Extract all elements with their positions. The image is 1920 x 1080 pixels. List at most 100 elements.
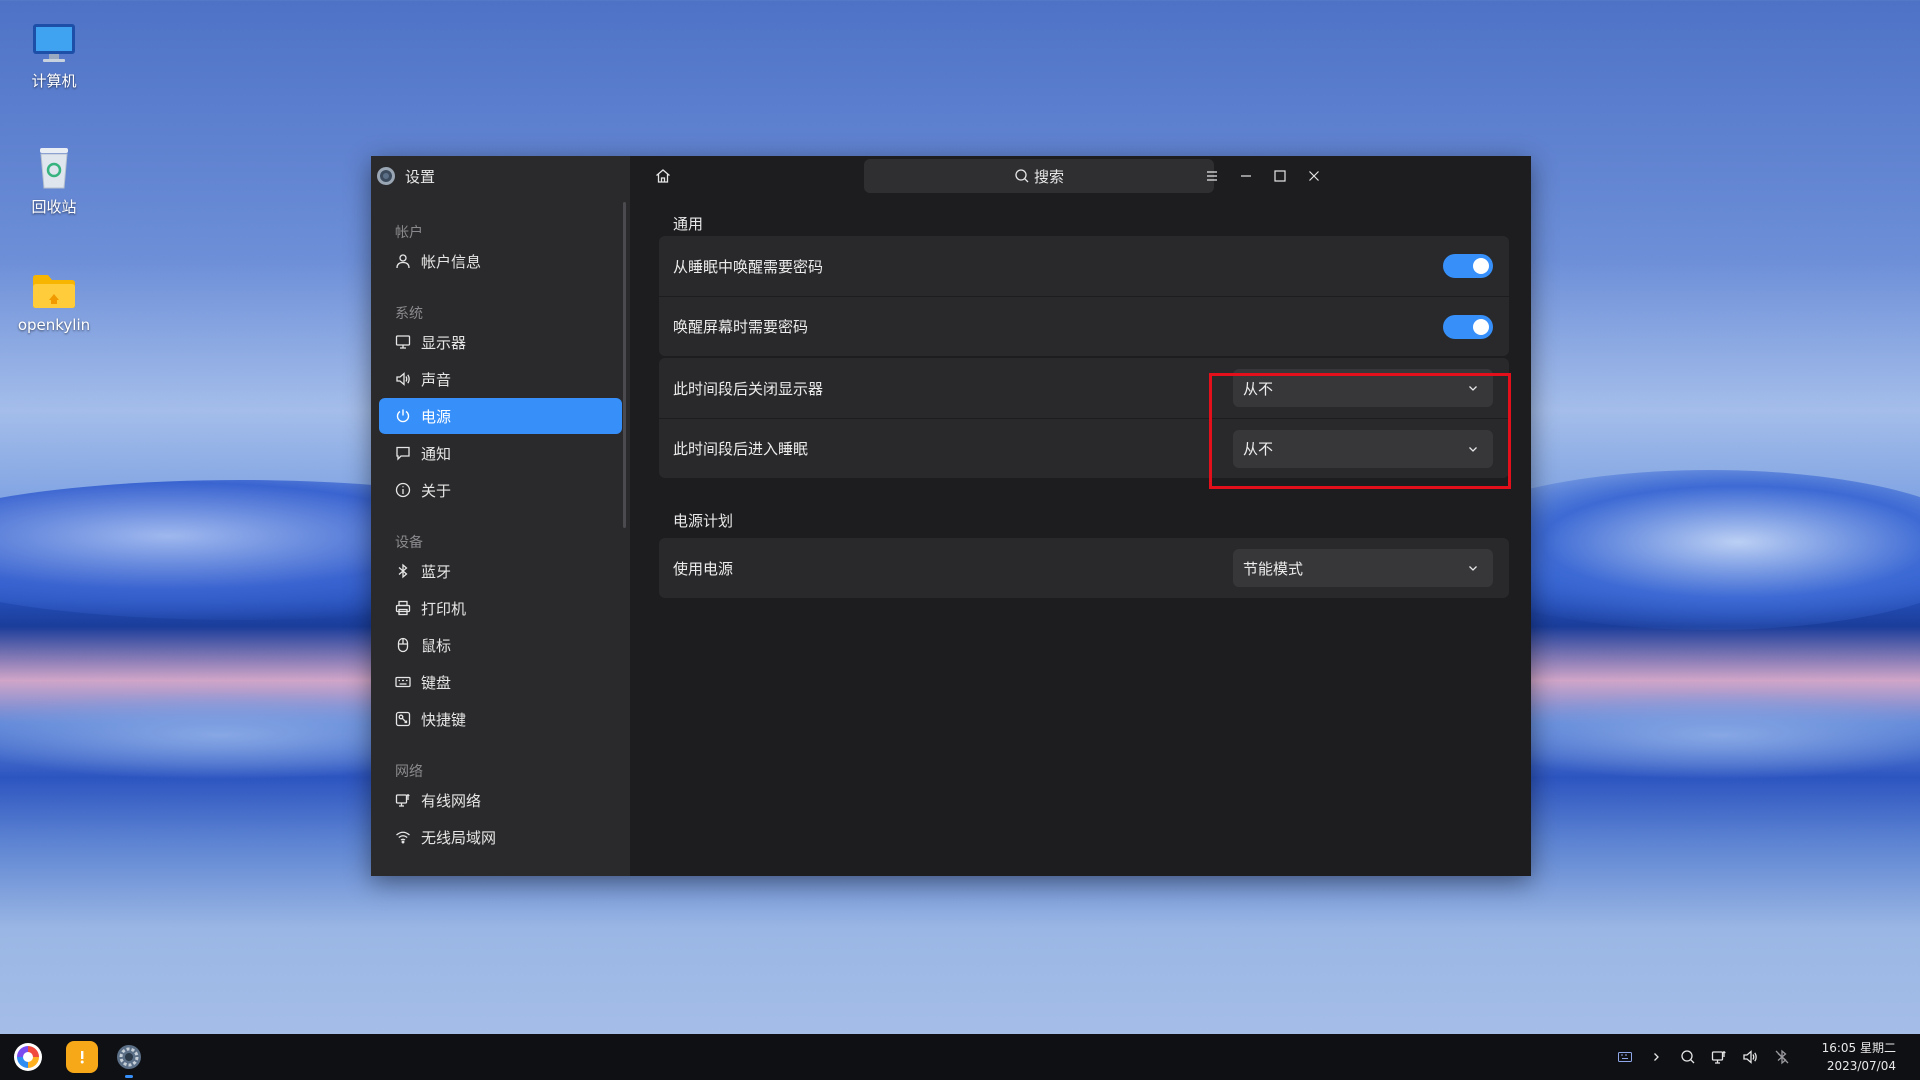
home-icon[interactable] — [654, 167, 672, 185]
wired-network-icon — [1711, 1051, 1726, 1064]
setting-row-power-source: 使用电源 节能模式 — [659, 538, 1509, 598]
select-value: 从不 — [1243, 379, 1274, 398]
window-titlebar: 设置 — [371, 156, 630, 196]
sidebar-group-label: 帐户 — [395, 225, 423, 241]
sidebar-item-printer[interactable]: 打印机 — [379, 590, 622, 626]
chevron-right-icon — [1654, 1053, 1659, 1061]
taskbar-app-store[interactable] — [66, 1041, 98, 1073]
monitor-icon — [395, 335, 411, 349]
taskbar-settings[interactable] — [113, 1041, 145, 1078]
menu-button[interactable] — [1202, 166, 1222, 186]
sidebar-item-label: 打印机 — [421, 599, 467, 618]
wake-from-sleep-password-toggle[interactable] — [1443, 254, 1493, 278]
setting-label: 使用电源 — [673, 559, 734, 578]
notification-icon — [396, 446, 410, 461]
power-plan-card: 使用电源 节能模式 — [659, 538, 1509, 598]
sidebar-item-label: 显示器 — [421, 333, 467, 352]
tray-search-button[interactable] — [1678, 1047, 1698, 1067]
select-value: 从不 — [1243, 440, 1274, 458]
sidebar-item-shortcut[interactable]: 快捷键 — [379, 701, 622, 737]
info-icon — [395, 482, 411, 498]
search-placeholder: 搜索 — [1033, 167, 1064, 186]
sidebar-group-label: 系统 — [395, 306, 423, 322]
folder-icon — [33, 275, 75, 308]
sidebar-item-bluetooth[interactable]: 蓝牙 — [379, 553, 622, 589]
close-icon — [1309, 171, 1319, 181]
setting-row-display-off: 此时间段后关闭显示器 从不 — [659, 358, 1509, 418]
sidebar-item-power[interactable]: 电源 — [379, 398, 622, 434]
tray-expand-button[interactable] — [1646, 1047, 1666, 1067]
tray-bluetooth-button[interactable] — [1772, 1047, 1792, 1067]
desktop-icon-trash[interactable]: 回收站 — [14, 146, 94, 217]
sidebar: 设置 帐户 帐户信息 系统 显示器 声音 电源 通知 关于 设备 蓝牙 打印机 … — [371, 156, 630, 876]
computer-icon — [33, 24, 75, 62]
search-icon — [1015, 169, 1029, 183]
sidebar-item-label: 键盘 — [421, 673, 452, 692]
start-menu-button[interactable] — [12, 1041, 44, 1073]
chevron-down-icon — [1469, 386, 1477, 391]
section-title-power-plan: 电源计划 — [673, 512, 734, 530]
settings-app-icon — [377, 167, 395, 185]
bluetooth-icon — [398, 563, 408, 579]
sidebar-item-mouse[interactable]: 鼠标 — [379, 627, 622, 663]
tray-volume-button[interactable] — [1740, 1047, 1760, 1067]
desktop-icon-label: 回收站 — [31, 198, 77, 216]
app-store-icon — [80, 1051, 84, 1064]
setting-label: 唤醒屏幕时需要密码 — [673, 318, 809, 336]
sidebar-item-wired-network[interactable]: 有线网络 — [379, 782, 622, 818]
power-settings-content: 通用 从睡眠中唤醒需要密码 唤醒屏幕时需要密码 此时间段后关闭显示器 从不 此时… — [659, 196, 1509, 598]
speaker-icon — [396, 372, 410, 386]
setting-row-wake-screen-password: 唤醒屏幕时需要密码 — [659, 296, 1509, 356]
sidebar-nav: 帐户 帐户信息 系统 显示器 声音 电源 通知 关于 设备 蓝牙 打印机 鼠标 … — [371, 212, 630, 856]
wake-screen-password-toggle[interactable] — [1443, 314, 1493, 339]
sidebar-item-label: 蓝牙 — [421, 562, 452, 581]
sidebar-item-label: 快捷键 — [421, 710, 467, 729]
maximize-button[interactable] — [1270, 166, 1290, 186]
wired-network-icon — [395, 794, 410, 807]
close-button[interactable] — [1304, 166, 1324, 186]
sidebar-item-wifi[interactable]: 无线局域网 — [379, 819, 622, 855]
openkylin-logo-icon — [14, 1043, 42, 1071]
display-off-select[interactable]: 从不 — [1233, 369, 1493, 407]
desktop-icon-openkylin[interactable]: openkylin — [14, 272, 94, 334]
taskbar-clock[interactable]: 16:05 星期二 2023/07/04 — [1822, 1039, 1896, 1075]
sidebar-item-about[interactable]: 关于 — [379, 472, 622, 508]
tray-network-button[interactable] — [1709, 1047, 1729, 1067]
sidebar-item-label: 有线网络 — [421, 791, 482, 810]
sidebar-item-display[interactable]: 显示器 — [379, 324, 622, 360]
general-card: 从睡眠中唤醒需要密码 唤醒屏幕时需要密码 — [659, 236, 1509, 356]
sidebar-item-account-info[interactable]: 帐户信息 — [379, 243, 622, 279]
power-plan-select[interactable]: 节能模式 — [1233, 549, 1493, 587]
sidebar-item-label: 关于 — [421, 481, 452, 500]
minimize-button[interactable] — [1236, 166, 1256, 186]
window-topbar: 搜索 — [630, 156, 1531, 196]
trash-icon — [40, 148, 68, 189]
speaker-icon — [1743, 1050, 1757, 1064]
sidebar-item-label: 电源 — [421, 407, 452, 426]
sidebar-group-label: 设备 — [395, 535, 423, 551]
shortcut-icon — [395, 711, 411, 727]
taskbar: 16:05 星期二 2023/07/04 — [0, 1034, 1920, 1080]
settings-window: 设置 帐户 帐户信息 系统 显示器 声音 电源 通知 关于 设备 蓝牙 打印机 … — [371, 156, 1531, 876]
settings-icon — [117, 1045, 141, 1069]
sidebar-item-sound[interactable]: 声音 — [379, 361, 622, 397]
section-title-general: 通用 — [673, 215, 704, 233]
user-icon — [396, 254, 410, 269]
printer-icon — [395, 600, 411, 616]
timeout-card: 此时间段后关闭显示器 从不 此时间段后进入睡眠 从不 — [659, 358, 1509, 478]
input-method-icon[interactable] — [1615, 1047, 1635, 1067]
clock-date: 2023/07/04 — [1826, 1059, 1896, 1073]
window-title: 设置 — [405, 167, 436, 186]
select-value: 节能模式 — [1243, 559, 1304, 578]
search-input[interactable]: 搜索 — [864, 159, 1214, 193]
setting-label: 此时间段后进入睡眠 — [673, 440, 809, 458]
maximize-icon — [1274, 170, 1286, 182]
sidebar-item-keyboard[interactable]: 键盘 — [379, 664, 622, 700]
power-icon — [396, 409, 410, 423]
keyboard-icon — [395, 676, 411, 688]
mouse-icon — [397, 637, 409, 653]
sidebar-item-label: 通知 — [421, 444, 452, 463]
sleep-select[interactable]: 从不 — [1233, 429, 1493, 468]
desktop-icon-computer[interactable]: 计算机 — [14, 22, 94, 91]
sidebar-item-notification[interactable]: 通知 — [379, 435, 622, 471]
